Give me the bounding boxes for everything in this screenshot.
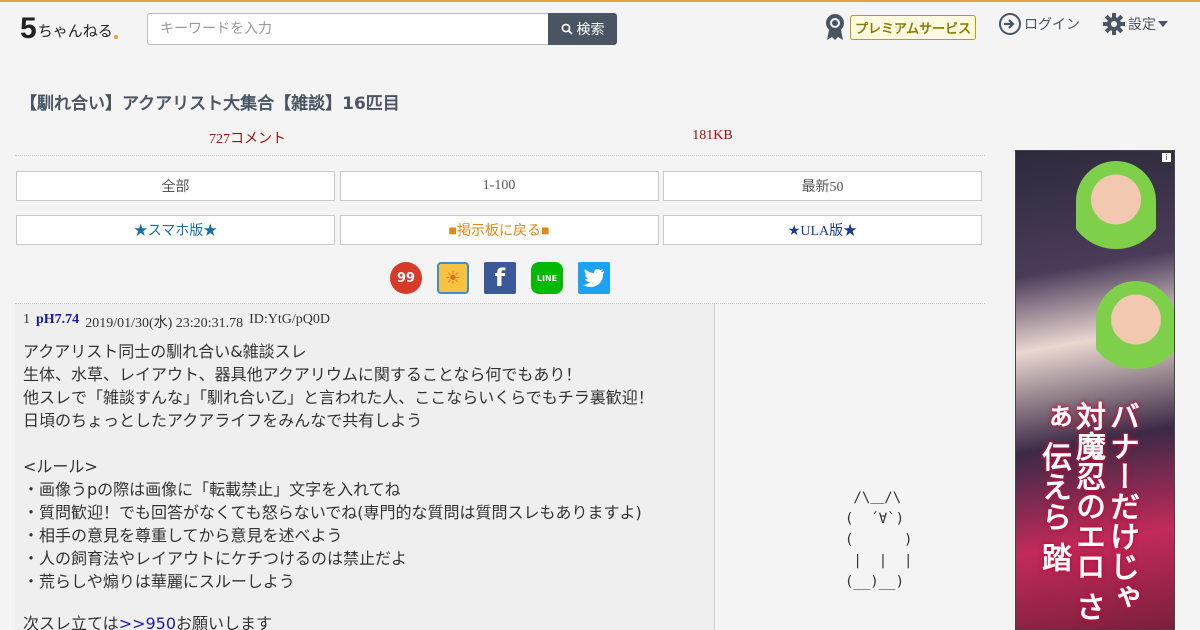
post-line: ・人の飼育法やレイアウトにケチつけるのは禁止だよ: [23, 549, 408, 568]
gear-icon: [1103, 13, 1125, 35]
award-icon: [826, 14, 844, 40]
latest-50-button[interactable]: 最新50: [663, 171, 982, 201]
ad-figure-1: [1076, 161, 1156, 271]
range-nav: 全部 1-100 最新50: [16, 171, 982, 201]
comment-count: 727コメント: [209, 132, 286, 147]
premium-badge: プレミアムサービス: [850, 14, 977, 40]
ad-info-icon[interactable]: i: [1161, 152, 1172, 163]
facebook-icon[interactable]: f: [484, 262, 516, 294]
post-line: [23, 432, 706, 455]
version-nav: ★スマホ版★ ■掲示板に戻る■ ★ULA版★: [16, 215, 982, 245]
99-icon[interactable]: 99: [390, 262, 422, 294]
post-header: 1 pH7.74 2019/01/30(水) 23:20:31.78 ID:Yt…: [23, 312, 706, 332]
settings-menu[interactable]: 設定: [1102, 12, 1168, 36]
post-line: ・質問歓迎！でも回答がなくても怒らないでね(専門的な質問は質問スレもありますよ): [23, 503, 642, 522]
post-line: <ルール>: [23, 457, 98, 476]
post-number: 1: [23, 312, 30, 327]
post-line: ・相手の意見を尊重してから意見を述べよう: [23, 526, 343, 545]
thread-size: 181KB: [692, 128, 733, 143]
search-icon: [561, 23, 573, 35]
smartphone-version-button[interactable]: ★スマホ版★: [16, 215, 335, 245]
login-label: ログイン: [1024, 17, 1080, 33]
post-line-last: 次スレ立ては>>950お願いします: [23, 612, 706, 630]
sun-icon[interactable]: ☀: [437, 262, 469, 294]
post-line: 生体、水草、レイアウト、器具他アクアリウムに関することなら何でもあり！: [23, 365, 582, 384]
post-id[interactable]: ID:YtG/pQ0D: [249, 312, 330, 332]
back-to-board-button[interactable]: ■掲示板に戻る■: [339, 215, 659, 245]
ad-text: バナーだけじゃ 対魔忍のエロ さぁ 伝えら 踏: [1036, 401, 1139, 622]
twitter-bird-icon: [583, 269, 604, 287]
post-author[interactable]: pH7.74: [36, 312, 79, 332]
post-1: 1 pH7.74 2019/01/30(水) 23:20:31.78 ID:Yt…: [15, 304, 715, 630]
caret-down-icon: [1158, 21, 1168, 27]
logo-dot: [113, 35, 118, 39]
share-bar: 99 ☀ f LINE: [15, 262, 985, 304]
line-icon[interactable]: LINE: [531, 262, 563, 294]
post-line: ・荒らしや煽りは華麗にスルーしよう: [23, 572, 295, 591]
ascii-art: /\＿/\ ( ´∀`) ( ) | | | (__)__): [845, 490, 913, 590]
twitter-icon[interactable]: [578, 262, 610, 294]
reply-link-950[interactable]: >>950: [119, 614, 176, 630]
search-button[interactable]: 検索: [548, 13, 617, 45]
site-logo[interactable]: 5 ちゃんねる: [20, 11, 118, 45]
advertisement-banner[interactable]: i バナーだけじゃ 対魔忍のエロ さぁ 伝えら 踏: [1015, 150, 1175, 630]
logo-text: ちゃんねる: [37, 22, 113, 40]
search-input[interactable]: [147, 13, 548, 45]
ula-version-button[interactable]: ★ULA版★: [663, 215, 982, 245]
thread-title: 【馴れ合い】アクアリスト大集合【雑談】16匹目: [20, 94, 400, 114]
range-1-100-button[interactable]: 1-100: [339, 171, 659, 201]
post-line: 日頃のちょっとしたアクアライフをみんなで共有しよう: [23, 411, 423, 430]
premium-service[interactable]: プレミアムサービス: [824, 13, 977, 41]
search-button-label: 検索: [576, 22, 605, 38]
all-button[interactable]: 全部: [16, 171, 335, 201]
post-date: 2019/01/30(水) 23:20:31.78: [85, 316, 244, 331]
post-line: アクアリスト同士の馴れ合い&雑談スレ: [23, 342, 307, 361]
search-bar: 検索: [147, 13, 617, 45]
settings-label: 設定: [1128, 17, 1156, 33]
top-bar: 5 ちゃんねる 検索 プレミアムサービス ログイン: [0, 0, 1200, 50]
post-body: アクアリスト同士の馴れ合い&雑談スレ 生体、水草、レイアウト、器具他アクアリウム…: [23, 340, 706, 630]
ad-figure-2: [1096, 281, 1174, 391]
login-icon: [999, 13, 1021, 35]
logo-five: 5: [20, 12, 37, 45]
thread-meta: 727コメント 181KB: [15, 128, 985, 156]
post-line: ・画像うpの際は画像に「転載禁止」文字を入れてね: [23, 480, 401, 499]
login-link[interactable]: ログイン: [998, 12, 1080, 36]
post-line: [23, 593, 706, 612]
post-line: 他スレで「雑談すんな」「馴れ合い乙」と言われた人、ここならいくらでもチラ裏歓迎！: [23, 388, 654, 407]
